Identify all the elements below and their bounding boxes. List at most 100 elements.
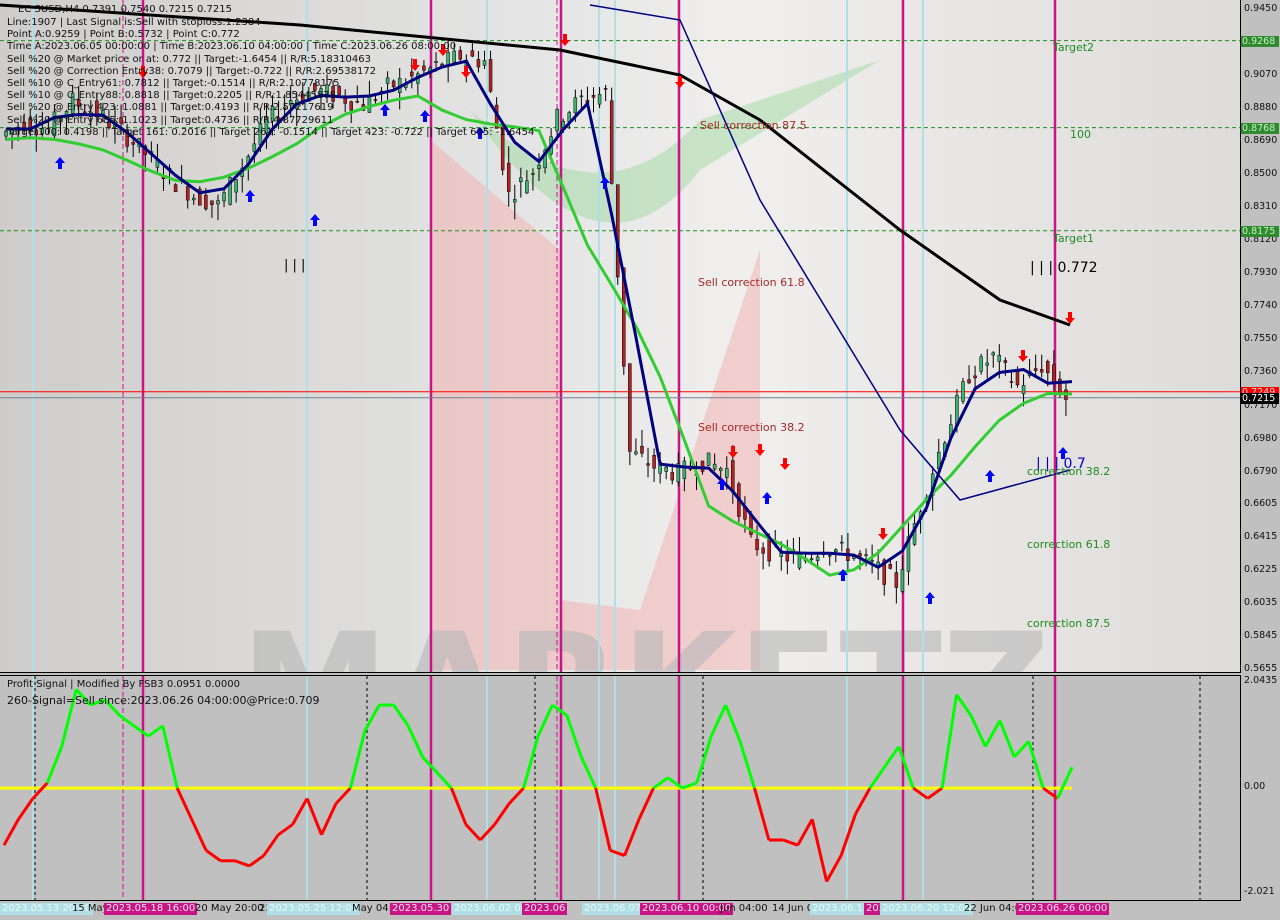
candle [991,351,996,368]
oscillator-segment [435,771,453,790]
oscillator-segment [839,813,857,857]
candle-body [367,95,372,113]
candle-body [373,99,378,101]
candle-body [767,538,771,562]
oscillator-segment [1027,740,1045,789]
oscillator-segment [868,766,886,789]
info-line: Sell %20 @ Market price or at: 0.772 || … [7,53,371,65]
oscillator-segment [695,735,713,784]
candle [343,89,347,113]
oscillator-segment [854,787,872,815]
candle-body [531,173,535,175]
candle [240,158,244,193]
sell-arrow-icon [780,458,790,470]
candle-body [979,356,983,372]
price-tick-label: 0.7930 [1244,267,1278,279]
price-chart-pane[interactable]: MARKETZ EC SUSD,H4 0.7391 0.7540 0.7215 … [0,0,1241,673]
candle [198,186,202,206]
oscillator-segment [883,745,901,769]
candle [906,522,911,586]
oscillator-segment [175,787,193,820]
oscillator-segment [508,787,525,805]
oscillator-segment [161,725,179,789]
price-tick-label: 0.6415 [1244,530,1278,542]
sell-correction-61-8-label: Sell correction 61.8 [698,276,805,289]
candle-body [785,553,790,562]
candle [1039,354,1044,378]
candle-body [973,375,977,379]
price-tick-label: 0.6790 [1244,465,1278,477]
candle-body [355,100,360,103]
candle-body [809,558,814,560]
candle-body [204,194,208,210]
info-line: Sell %10 @ C_Entry88: 0.8818 || Target:0… [7,90,336,102]
candle-body [761,547,765,554]
candle-body [513,199,517,203]
candle-body [476,59,481,68]
candle [192,194,196,205]
candle [488,50,493,93]
info-line: Sell %20 @ Entry 685: 1.1023 || Target:0… [7,114,334,126]
candle [410,58,414,89]
sell-arrow-icon [1018,350,1028,362]
candle-body [888,564,893,569]
candle-body [1021,385,1026,395]
oscillator-segment [709,704,727,737]
watermark-green-shape [470,60,880,223]
indicator-tick-label: 2.0435 [1244,675,1278,686]
oscillator-segment [738,740,756,789]
price-tag: 0.8768 [1241,122,1279,134]
candle-body [991,352,996,356]
buy-arrow-icon [985,470,995,482]
candle-body [864,554,868,556]
candle-body [755,539,759,551]
price-tick-label: 0.5655 [1244,663,1278,674]
oscillator-segment [493,802,511,826]
candle-body [858,553,862,557]
oscillator-segment [406,725,424,758]
candle-body [434,61,438,63]
candle-body [997,354,1002,362]
candle-body [603,88,608,90]
time-tick-label: 2023.06.07 [582,903,644,915]
oscillator-segment [652,776,669,790]
oscillator-segment [998,720,1016,758]
price-tick-label: 0.8310 [1244,201,1278,213]
candle-body [725,468,729,478]
info-line: Time A:2023.06.05 00:00:00 | Time B:2023… [7,41,457,53]
candle-body [573,97,578,114]
candle-body [349,101,353,111]
candle-body [410,71,414,77]
candle-body [506,162,511,192]
candle-body [555,109,559,132]
candle-body [609,100,614,184]
candle-body [482,60,487,66]
oscillator-segment [450,787,468,825]
candle [222,187,226,208]
candle [458,46,463,64]
oscillator-segment [320,803,338,836]
candle-body [967,379,971,384]
oscillator-segment [984,719,1002,748]
indicator-pane[interactable]: Profit Signal | Modified By FSB3 0.0951 … [0,675,1241,901]
oscillator-segment [969,714,987,748]
candle-body [840,541,844,544]
indicator-tick-label: -2.021 [1244,886,1275,897]
candle-body [579,95,584,98]
candle-body [900,569,905,592]
candle [761,542,765,570]
candle [840,535,844,552]
candle-body [706,452,711,466]
candle [1064,381,1068,416]
oscillator-segment [205,849,222,862]
candle-body [1039,369,1044,373]
info-line: Sell %20 @ Correction Entry38: 0.7079 ||… [7,65,377,77]
oscillator-segment [1056,766,1074,800]
candle [476,50,481,73]
price-tick-label: 0.7550 [1244,333,1278,345]
oscillator-segment [897,746,915,789]
sell-correction-87-5-label: Sell correction 87.5 [700,119,807,132]
correction-38-2-label: correction 38.2 [1027,465,1111,478]
buy-arrow-icon [420,110,430,122]
candle-body [894,572,899,588]
